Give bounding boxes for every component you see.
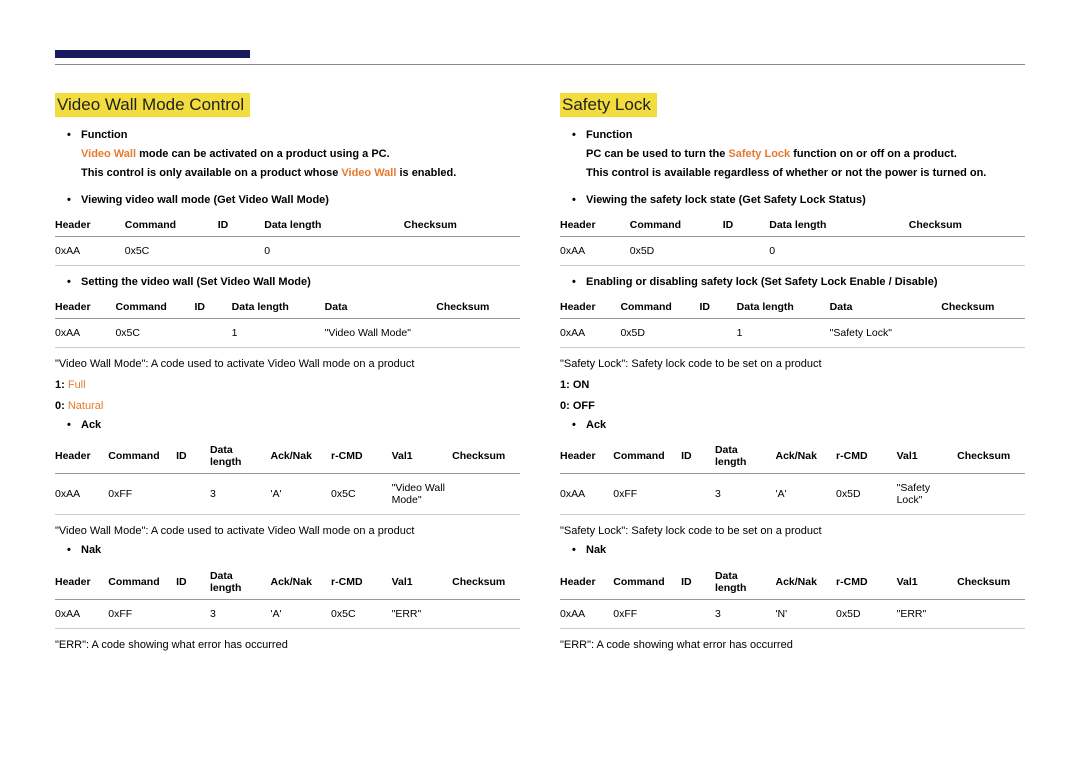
table-set-safety-lock: HeaderCommandIDData lengthDataChecksum 0… xyxy=(560,295,1025,348)
bullet-view-mode: • Viewing video wall mode (Get Video Wal… xyxy=(67,192,520,209)
section-title-video-wall: Video Wall Mode Control xyxy=(55,93,250,117)
desc-safety-lock: "Safety Lock": Safety lock code to be se… xyxy=(560,356,1025,373)
table-nak-right: HeaderCommandIDData lengthAck/Nakr-CMDVa… xyxy=(560,564,1025,629)
table-nak-left: HeaderCommandIDData lengthAck/Nakr-CMDVa… xyxy=(55,564,520,629)
bullet-ack-r: • Ack xyxy=(572,417,1025,434)
bullet-set-r: • Enabling or disabling safety lock (Set… xyxy=(572,274,1025,291)
table-get-video-wall: HeaderCommandIDData lengthChecksum 0xAA0… xyxy=(55,213,520,266)
err-desc-right: "ERR": A code showing what error has occ… xyxy=(560,637,1025,654)
func-desc-2: This control is only available on a prod… xyxy=(81,165,520,182)
desc-video-wall-mode: "Video Wall Mode": A code used to activa… xyxy=(55,356,520,373)
opt-natural: 0: Natural xyxy=(55,398,520,415)
section-title-safety-lock: Safety Lock xyxy=(560,93,657,117)
horizontal-rule xyxy=(55,64,1025,65)
func-desc-r2: This control is available regardless of … xyxy=(586,165,1025,182)
opt-off: 0: OFF xyxy=(560,398,1025,415)
desc-safety-lock-2: "Safety Lock": Safety lock code to be se… xyxy=(560,523,1025,540)
func-desc-r1: PC can be used to turn the Safety Lock f… xyxy=(586,146,1025,163)
table-ack-left: HeaderCommandIDData lengthAck/Nakr-CMDVa… xyxy=(55,438,520,515)
opt-full: 1: Full xyxy=(55,377,520,394)
bullet-ack: • Ack xyxy=(67,417,520,434)
bullet-function: • Function xyxy=(67,127,520,144)
bullet-nak-r: • Nak xyxy=(572,542,1025,559)
opt-on: 1: ON xyxy=(560,377,1025,394)
left-column: Video Wall Mode Control • Function Video… xyxy=(55,93,520,656)
table-set-video-wall: HeaderCommandIDData lengthDataChecksum 0… xyxy=(55,295,520,348)
bullet-function-r: • Function xyxy=(572,127,1025,144)
bullet-nak: • Nak xyxy=(67,542,520,559)
header-bar xyxy=(55,50,250,58)
two-column-layout: Video Wall Mode Control • Function Video… xyxy=(55,93,1025,656)
desc-video-wall-mode-2: "Video Wall Mode": A code used to activa… xyxy=(55,523,520,540)
table-get-safety-lock: HeaderCommandIDData lengthChecksum 0xAA0… xyxy=(560,213,1025,266)
bullet-set-mode: • Setting the video wall (Set Video Wall… xyxy=(67,274,520,291)
err-desc-left: "ERR": A code showing what error has occ… xyxy=(55,637,520,654)
table-ack-right: HeaderCommandIDData lengthAck/Nakr-CMDVa… xyxy=(560,438,1025,515)
func-desc-1: Video Wall mode can be activated on a pr… xyxy=(81,146,520,163)
bullet-view-r: • Viewing the safety lock state (Get Saf… xyxy=(572,192,1025,209)
right-column: Safety Lock • Function PC can be used to… xyxy=(560,93,1025,656)
